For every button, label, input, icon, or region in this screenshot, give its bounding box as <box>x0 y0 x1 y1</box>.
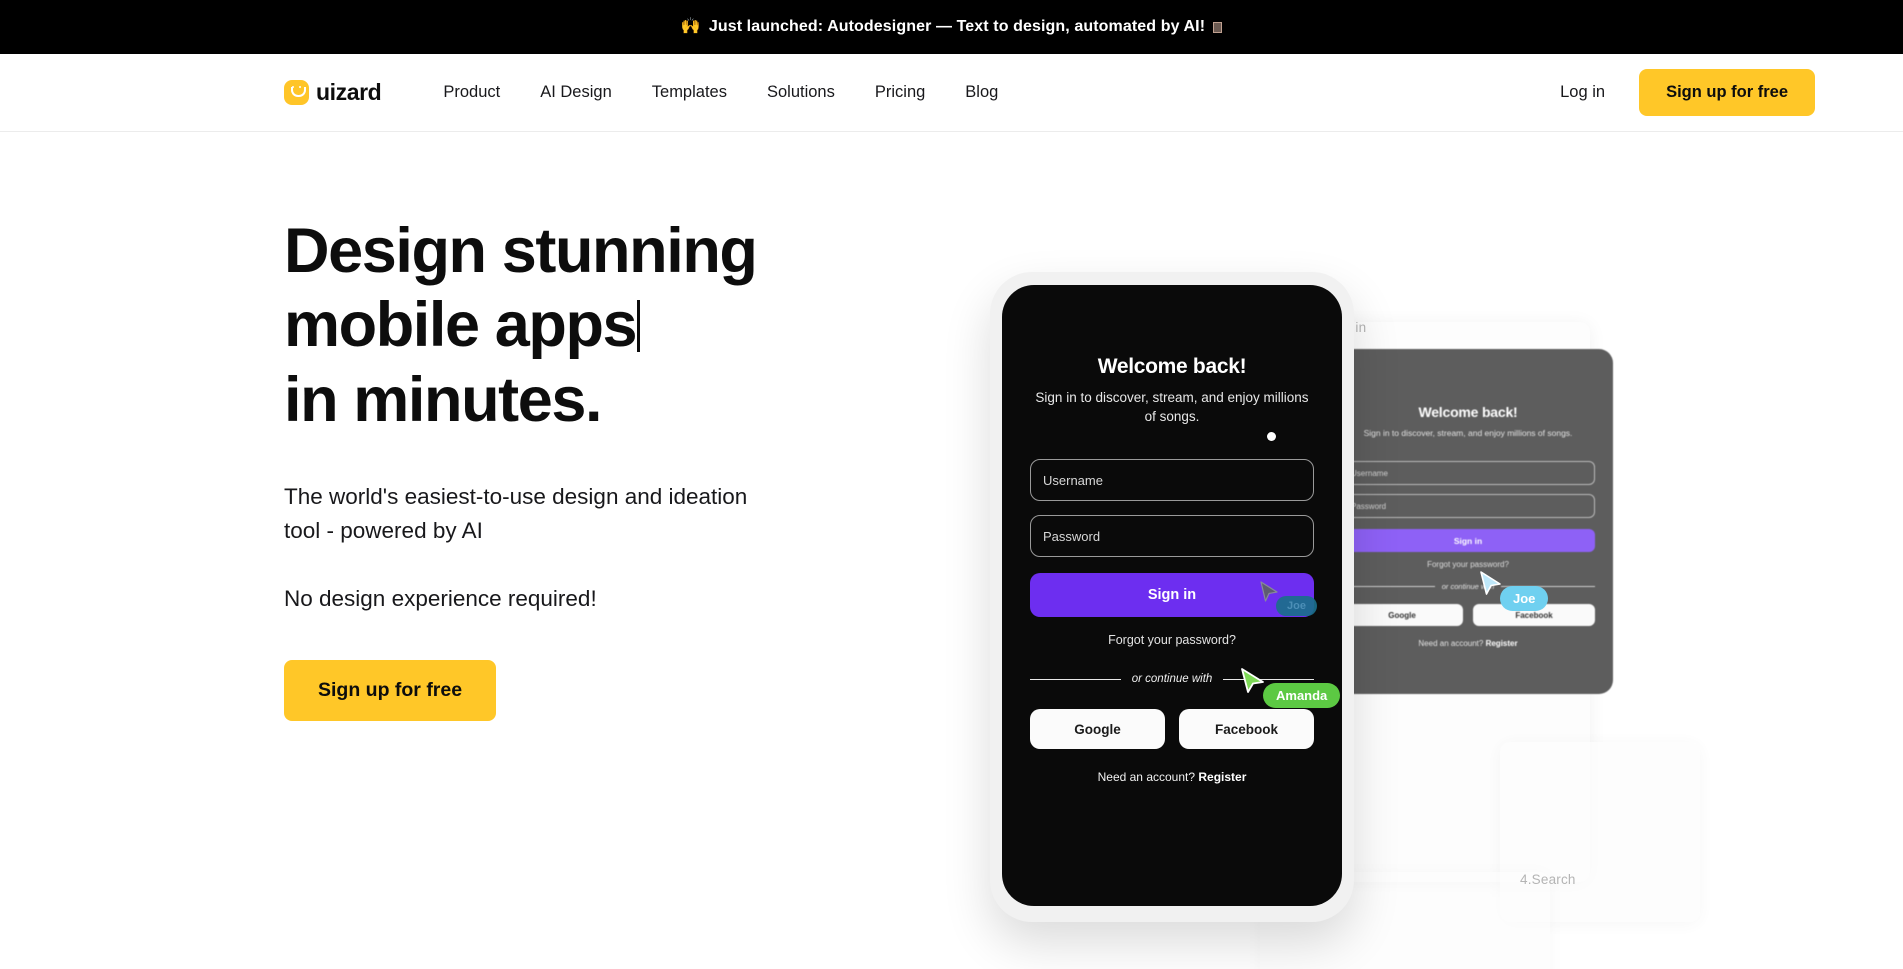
announcement-banner-text: Just launched: Autodesigner — Text to de… <box>708 18 1206 35</box>
phone-facebook-button[interactable]: Facebook <box>1179 709 1314 750</box>
ghost-screen-subtitle: Sign in to discover, stream, and enjoy m… <box>1363 428 1573 438</box>
header-actions: Log in Sign up for free <box>1550 69 1815 116</box>
hero-title-line-1: Design stunning <box>284 216 758 286</box>
ghost-google-button: Google <box>1341 604 1463 627</box>
phone-divider-label: or continue with <box>1131 673 1213 686</box>
ghost-signin-button: Sign in <box>1341 529 1595 553</box>
announcement-banner[interactable]: 🙌 Just launched: Autodesigner — Text to … <box>0 0 1903 54</box>
hero-title-line-2: mobile apps <box>284 290 638 361</box>
phone-social-buttons: Google Facebook <box>1030 709 1314 750</box>
nav-item-blog[interactable]: Blog <box>945 73 1018 112</box>
hero-section: Design stunning mobile apps in minutes. … <box>0 132 1903 969</box>
phone-password-input[interactable]: Password <box>1030 515 1314 558</box>
collaborator-name-joe: Joe <box>1276 596 1317 616</box>
ghost-register-link: Register <box>1485 639 1518 649</box>
ghost-screen-title: Welcome back! <box>1418 404 1518 420</box>
hero-subtitle: The world's easiest-to-use design and id… <box>284 483 748 544</box>
collaborator-cursor-joe-light: Joe <box>1478 570 1549 611</box>
hero-title-line-3: in minutes. <box>284 364 603 435</box>
login-link[interactable]: Log in <box>1550 75 1615 110</box>
selection-handle-icon <box>1267 432 1276 441</box>
uizard-logo[interactable]: uizard <box>284 79 382 106</box>
signup-button-header[interactable]: Sign up for free <box>1639 69 1815 116</box>
phone-username-input[interactable]: Username <box>1030 459 1314 502</box>
ghost-register-prefix: Need an account? <box>1418 639 1484 649</box>
nav-item-solutions[interactable]: Solutions <box>747 73 855 112</box>
raising-hands-icon: 🙌 <box>680 18 701 35</box>
ghost-signin-screen: Welcome back! Sign in to discover, strea… <box>1323 349 1613 694</box>
page-title: Design stunning mobile apps in minutes. <box>284 214 894 437</box>
typing-caret-icon <box>637 300 641 352</box>
phone-register-link[interactable]: Register <box>1198 770 1246 784</box>
collaborator-name-joe: Joe <box>1500 586 1549 611</box>
site-header: uizard Product AI Design Templates Solut… <box>0 54 1903 132</box>
nav-item-templates[interactable]: Templates <box>632 73 747 112</box>
missing-emoji-box-icon <box>1213 21 1223 33</box>
phone-google-button[interactable]: Google <box>1030 709 1165 750</box>
ghost-register-row: Need an account? Register <box>1341 639 1595 648</box>
phone-register-row: Need an account? Register <box>1030 770 1314 784</box>
hero-subtitle-secondary: No design experience required! <box>284 586 597 612</box>
collaborator-cursor-joe-dark: Joe <box>1258 580 1317 616</box>
ghost-username-field: Username <box>1341 461 1595 486</box>
signup-button-hero[interactable]: Sign up for free <box>284 660 497 722</box>
collaborator-cursor-amanda: Amanda <box>1239 667 1341 708</box>
hero-mockup-illustration: 2. Sign in 4.Search Welcome back! Sign i… <box>960 272 1720 969</box>
uizard-wordmark: uizard <box>316 79 382 105</box>
uizard-smiley-icon <box>284 80 309 105</box>
collaborator-name-amanda: Amanda <box>1263 683 1341 708</box>
main-nav: Product AI Design Templates Solutions Pr… <box>423 73 1018 112</box>
nav-item-pricing[interactable]: Pricing <box>855 73 945 112</box>
nav-item-ai-design[interactable]: AI Design <box>520 73 632 112</box>
ghost-password-field: Password <box>1341 494 1595 519</box>
canvas-label-search: 4.Search <box>1520 872 1576 887</box>
hero-copy: Design stunning mobile apps in minutes. … <box>284 214 894 969</box>
phone-forgot-password-link[interactable]: Forgot your password? <box>1030 633 1314 647</box>
phone-welcome-title: Welcome back! <box>1097 355 1247 378</box>
nav-item-product[interactable]: Product <box>423 73 520 112</box>
ghost-forgot-password-link: Forgot your password? <box>1427 560 1509 570</box>
phone-welcome-subtitle: Sign in to discover, stream, and enjoy m… <box>1035 390 1309 424</box>
phone-register-prefix: Need an account? <box>1097 770 1196 785</box>
